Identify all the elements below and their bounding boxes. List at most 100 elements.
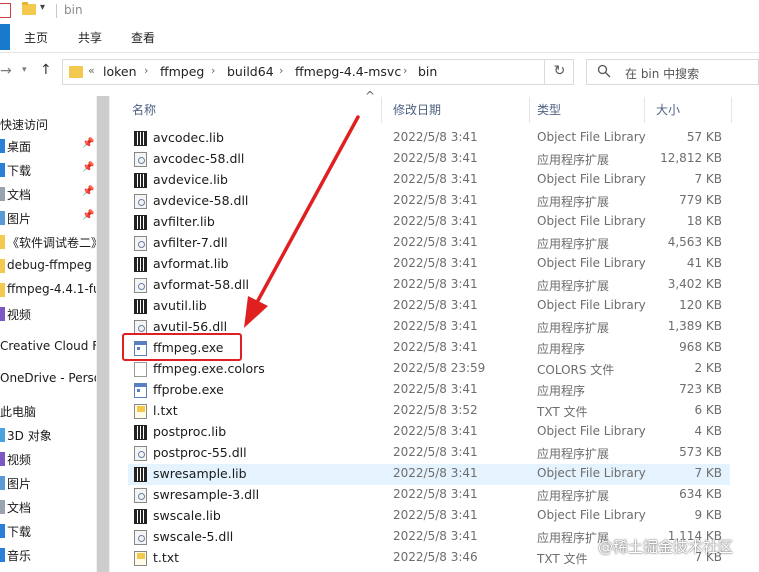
- lib-file-icon: [134, 215, 147, 230]
- column-size[interactable]: 大小: [656, 101, 680, 118]
- breadcrumb-bin[interactable]: bin: [418, 64, 437, 79]
- file-size: 1,389 KB: [667, 319, 722, 333]
- file-row[interactable]: avdevice-58.dll 2022/5/8 3:41 应用程序扩展 779 KB: [128, 191, 730, 212]
- desktop-icon: [0, 139, 5, 153]
- file-row[interactable]: avformat.lib 2022/5/8 3:41 Object File Lib…: [128, 254, 730, 275]
- sidebar-item-documents[interactable]: 文档: [0, 496, 96, 518]
- search-box[interactable]: 在 bin 中搜索: [586, 59, 759, 85]
- sidebar-item-label: 此电脑: [0, 405, 37, 419]
- sidebar-item-quick-access[interactable]: 快速访问: [0, 113, 96, 135]
- sidebar-item-label: 下载: [7, 525, 32, 539]
- address-bar[interactable]: « loken › ffmpeg › build64 › ffmepg-4.4-…: [62, 59, 596, 85]
- annotation-highlight-box: [122, 333, 242, 361]
- breadcrumb-loken[interactable]: loken: [103, 64, 137, 79]
- quick-access-dropdown-icon[interactable]: ▾: [40, 2, 45, 13]
- watermark: @稀土掘金技术社区: [598, 538, 734, 556]
- video-icon: [0, 452, 5, 466]
- column-divider[interactable]: [644, 97, 645, 123]
- file-tab[interactable]: [0, 24, 10, 50]
- sidebar-item-music[interactable]: 音乐: [0, 544, 96, 566]
- chevron-right-icon[interactable]: ›: [279, 64, 283, 77]
- sidebar-item-desktop[interactable]: 桌面 📌: [0, 135, 96, 157]
- forward-icon[interactable]: →: [0, 63, 12, 79]
- file-row[interactable]: ffmpeg.exe.colors 2022/5/8 23:59 COLORS 文件…: [128, 359, 730, 380]
- file-row[interactable]: avcodec.lib 2022/5/8 3:41 Object File Libr…: [128, 128, 730, 149]
- download-icon: [0, 524, 5, 538]
- breadcrumb-build64[interactable]: build64: [227, 64, 274, 79]
- column-divider[interactable]: [731, 97, 732, 123]
- file-name: avutil.lib: [153, 298, 207, 313]
- file-size: 573 KB: [679, 445, 722, 459]
- search-placeholder: 在 bin 中搜索: [625, 67, 700, 81]
- recent-locations-icon[interactable]: ▾: [22, 65, 27, 75]
- sidebar-item-folder[interactable]: ffmpeg-4.4.1-full: [0, 279, 96, 301]
- pin-icon[interactable]: 📌: [82, 186, 94, 197]
- sidebar-item-videos[interactable]: 视频: [0, 448, 96, 470]
- file-name: postproc-55.dll: [153, 445, 247, 460]
- refresh-button[interactable]: ↻: [544, 59, 574, 85]
- chevron-right-icon[interactable]: ›: [211, 64, 215, 77]
- quick-access-checkbox-icon[interactable]: [0, 3, 11, 18]
- sidebar-item-pictures[interactable]: 图片 📌: [0, 207, 96, 229]
- file-row[interactable]: swscale.lib 2022/5/8 3:41 Object File Libr…: [128, 506, 730, 527]
- file-date-modified: 2022/5/8 3:41: [393, 277, 478, 291]
- file-row[interactable]: avfilter-7.dll 2022/5/8 3:41 应用程序扩展 4,563 K…: [128, 233, 730, 254]
- pin-icon[interactable]: 📌: [82, 138, 94, 149]
- sidebar-item-pictures[interactable]: 图片: [0, 472, 96, 494]
- sidebar-item-downloads[interactable]: 下载: [0, 520, 96, 542]
- folder-icon: [0, 235, 5, 249]
- file-row[interactable]: postproc.lib 2022/5/8 3:41 Object File Lib…: [128, 422, 730, 443]
- file-size: 9 KB: [694, 508, 722, 522]
- pin-icon[interactable]: 📌: [82, 162, 94, 173]
- file-row[interactable]: avformat-58.dll 2022/5/8 3:41 应用程序扩展 3,402 …: [128, 275, 730, 296]
- sidebar-item-label: ffmpeg-4.4.1-full: [7, 282, 96, 296]
- sidebar-item-this-pc[interactable]: 此电脑: [0, 400, 96, 422]
- cube-icon: [0, 428, 5, 442]
- column-name[interactable]: 名称: [132, 101, 156, 118]
- video-icon: [0, 307, 5, 321]
- column-divider[interactable]: [529, 97, 530, 123]
- window-title: bin: [64, 3, 83, 17]
- sidebar-item-videos[interactable]: 视频: [0, 303, 96, 325]
- dll-file-icon: [134, 152, 147, 167]
- sidebar-item-documents[interactable]: 文档 📌: [0, 183, 96, 205]
- file-type: Object File Library: [537, 172, 646, 186]
- sidebar-scrollbar-thumb[interactable]: [97, 96, 109, 572]
- file-row[interactable]: swresample.lib 2022/5/8 3:41 Object File L…: [128, 464, 730, 485]
- file-row[interactable]: avcodec-58.dll 2022/5/8 3:41 应用程序扩展 12,812 …: [128, 149, 730, 170]
- column-type[interactable]: 类型: [537, 101, 561, 118]
- up-arrow-icon[interactable]: ↑: [40, 62, 52, 78]
- document-icon: [0, 500, 5, 514]
- sidebar-item-creative-cloud[interactable]: Creative Cloud Files: [0, 336, 96, 358]
- file-type: Object File Library: [537, 424, 646, 438]
- file-type: Object File Library: [537, 298, 646, 312]
- sidebar-item-onedrive[interactable]: OneDrive - Personal: [0, 368, 96, 390]
- breadcrumb-ffmpeg[interactable]: ffmpeg: [160, 64, 204, 79]
- file-row[interactable]: avdevice.lib 2022/5/8 3:41 Object File Lib…: [128, 170, 730, 191]
- column-divider[interactable]: [381, 97, 382, 123]
- download-icon: [0, 163, 5, 177]
- sidebar-item-folder[interactable]: 《软件调试卷二》: [0, 231, 96, 253]
- tab-view[interactable]: 查看: [131, 29, 155, 46]
- breadcrumb-overflow[interactable]: «: [88, 64, 95, 77]
- breadcrumb-ffmepg-msvc[interactable]: ffmepg-4.4-msvc: [295, 64, 401, 79]
- file-row[interactable]: avutil.lib 2022/5/8 3:41 Object File Libra…: [128, 296, 730, 317]
- music-icon: [0, 548, 5, 562]
- file-row[interactable]: postproc-55.dll 2022/5/8 3:41 应用程序扩展 573 KB: [128, 443, 730, 464]
- tab-share[interactable]: 共享: [78, 29, 102, 46]
- column-date-modified[interactable]: 修改日期: [393, 101, 441, 118]
- chevron-right-icon[interactable]: ›: [403, 64, 407, 77]
- tab-home[interactable]: 主页: [24, 29, 48, 46]
- file-row[interactable]: avfilter.lib 2022/5/8 3:41 Object File Lib…: [128, 212, 730, 233]
- sidebar-item-downloads[interactable]: 下载 📌: [0, 159, 96, 181]
- file-row[interactable]: ffprobe.exe 2022/5/8 3:41 应用程序 723 KB: [128, 380, 730, 401]
- sidebar-item-3d-objects[interactable]: 3D 对象: [0, 424, 96, 446]
- sidebar-item-folder[interactable]: debug-ffmpeg: [0, 255, 96, 277]
- file-row[interactable]: swresample-3.dll 2022/5/8 3:41 应用程序扩展 634 K…: [128, 485, 730, 506]
- dll-file-icon: [134, 278, 147, 293]
- file-date-modified: 2022/5/8 3:41: [393, 508, 478, 522]
- file-size: 2 KB: [694, 361, 722, 375]
- chevron-right-icon[interactable]: ›: [144, 64, 148, 77]
- pin-icon[interactable]: 📌: [82, 210, 94, 221]
- file-row[interactable]: l.txt 2022/5/8 3:52 TXT 文件 6 KB: [128, 401, 730, 422]
